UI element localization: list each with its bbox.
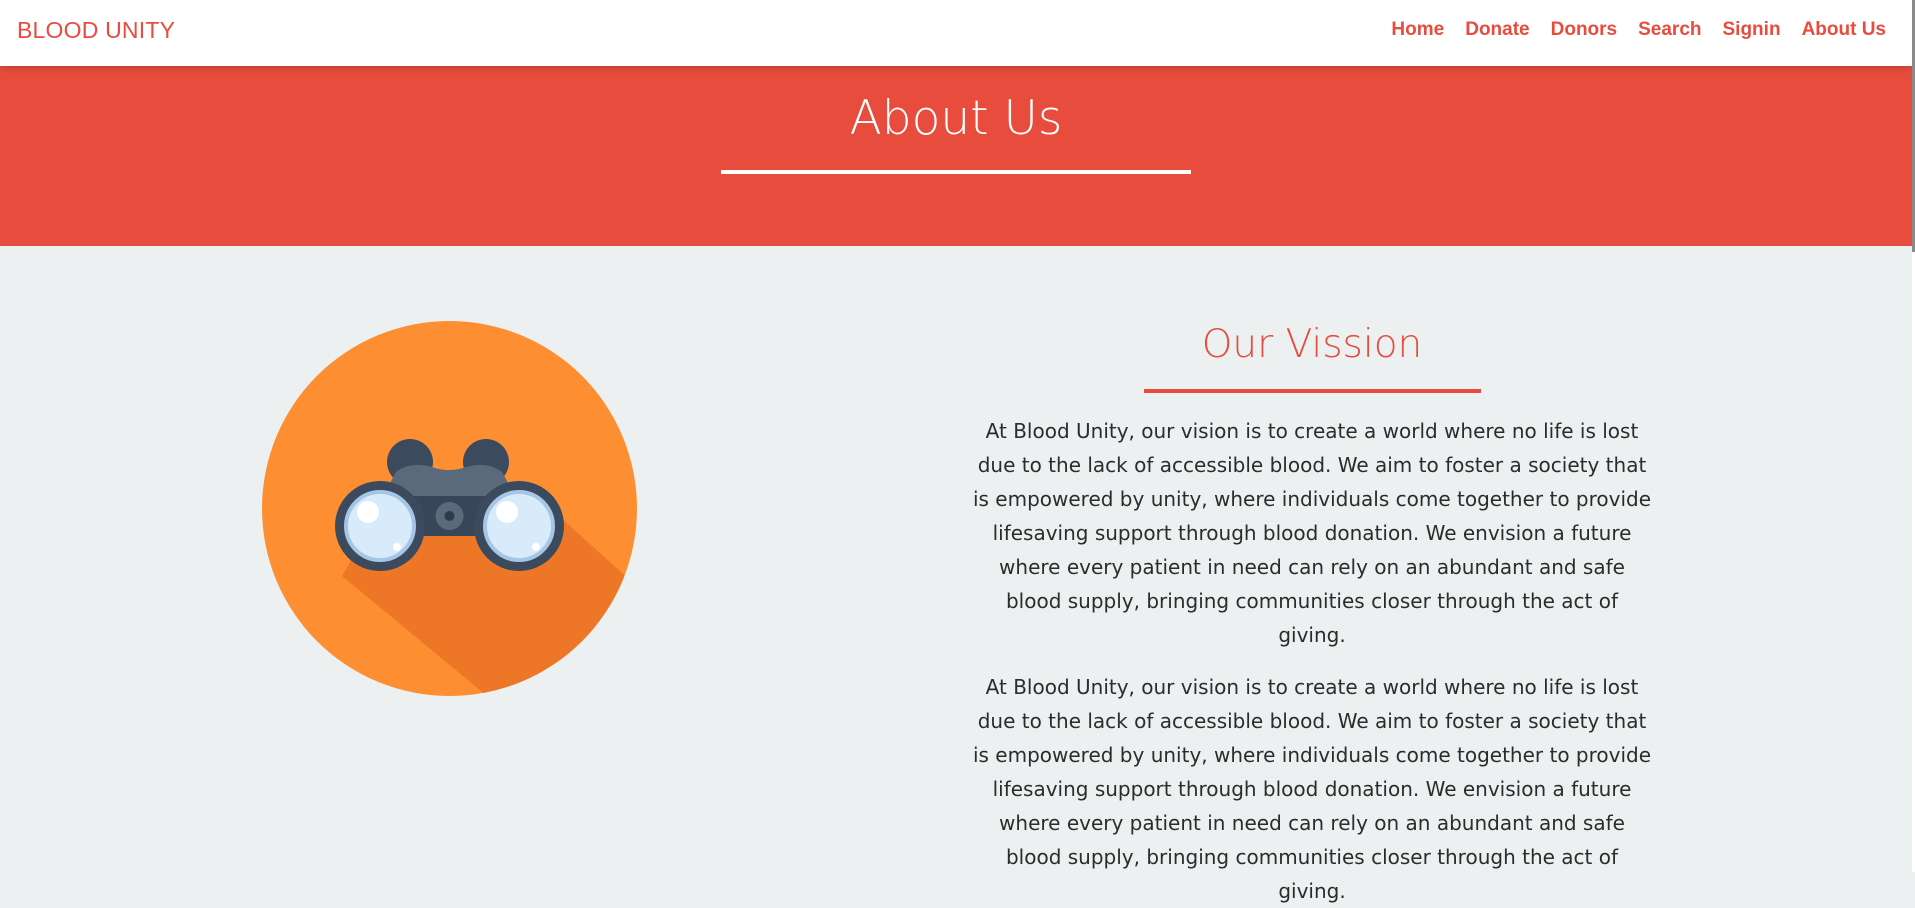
page-title: About Us bbox=[849, 91, 1063, 146]
nav-link-about-us[interactable]: About Us bbox=[1802, 19, 1886, 41]
brand-logo[interactable]: BLOOD UNITY bbox=[17, 17, 175, 44]
vision-paragraph: At Blood Unity, our vision is to create … bbox=[972, 675, 1652, 903]
nav-link-home[interactable]: Home bbox=[1391, 19, 1444, 41]
title-underline bbox=[721, 170, 1191, 174]
nav-link-donate[interactable]: Donate bbox=[1465, 19, 1529, 41]
vision-paragraph: At Blood Unity, our vision is to create … bbox=[972, 419, 1652, 647]
vision-underline bbox=[1144, 389, 1481, 393]
vision-heading: Our Vission bbox=[1201, 322, 1423, 367]
top-navbar: BLOOD UNITY Home Donate Donors Search Si… bbox=[0, 0, 1912, 66]
nav-link-signin[interactable]: Signin bbox=[1723, 19, 1781, 41]
binoculars-icon bbox=[262, 321, 637, 696]
nav-link-search[interactable]: Search bbox=[1638, 19, 1701, 41]
nav-link-donors[interactable]: Donors bbox=[1551, 19, 1618, 41]
hero-banner: About Us bbox=[0, 66, 1912, 246]
nav-menu: Home Donate Donors Search Signin About U… bbox=[1370, 19, 1886, 41]
